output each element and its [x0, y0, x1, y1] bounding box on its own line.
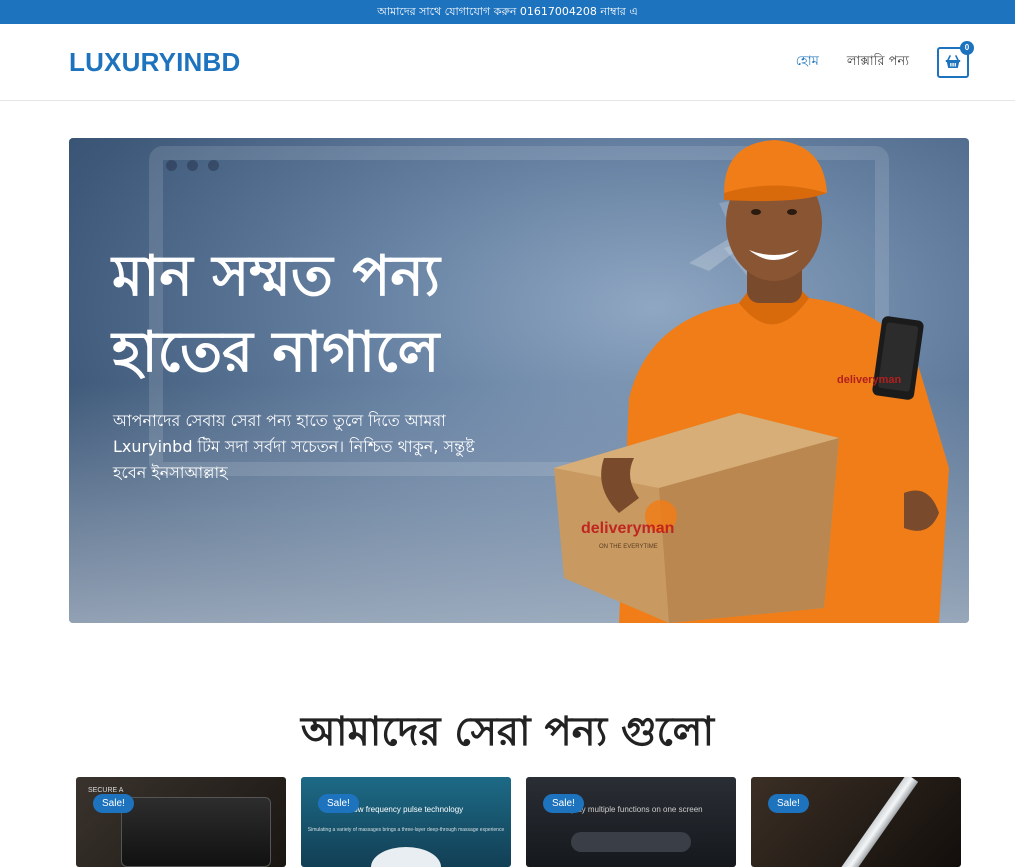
shopping-basket-icon — [945, 55, 961, 68]
product-card[interactable]: Sale! Display multiple functions on one … — [526, 777, 736, 867]
sale-badge: Sale! — [543, 794, 584, 813]
announcement-text: আমাদের সাথে যোগাযোগ করুন 01617004208 নাম… — [377, 4, 638, 18]
product-card[interactable]: SECURE A Sale! — [76, 777, 286, 867]
hero-title: মান সম্মত পন্য হাতের নাগালে — [112, 243, 441, 385]
product-card[interactable]: Sale! Low frequency pulse technology Sim… — [301, 777, 511, 867]
window-dot — [166, 160, 177, 171]
site-header: LUXURYINBD হোম লাক্সারি পন্য 0 — [0, 24, 1015, 101]
svg-text:deliveryman: deliveryman — [837, 374, 901, 386]
sale-badge: Sale! — [93, 794, 134, 813]
site-logo[interactable]: LUXURYINBD — [69, 47, 240, 78]
sale-badge: Sale! — [318, 794, 359, 813]
hero-description: আপনাদের সেবায় সেরা পন্য হাতে তুলে দিতে … — [113, 411, 475, 482]
product-card[interactable]: Sale! — [751, 777, 961, 867]
delivery-man-image: deliveryman deliveryman ON THE EVERYTIME — [554, 140, 949, 623]
nav-item-home[interactable]: হোম — [796, 52, 819, 73]
product-image-text: SECURE A — [88, 787, 124, 794]
tweezer-image — [837, 777, 919, 867]
window-dot — [187, 160, 198, 171]
nav-item-luxury-products[interactable]: লাক্সারি পন্য — [847, 52, 909, 73]
best-products-heading: আমাদের সেরা পন্য গুলো — [300, 708, 715, 755]
product-list: SECURE A Sale! Sale! Low frequency pulse… — [76, 777, 961, 867]
cart-button[interactable]: 0 — [937, 40, 974, 78]
massager-image — [371, 847, 441, 867]
display-panel-image — [571, 832, 691, 852]
hero-banner: মান সম্মত পন্য হাতের নাগালে আপনাদের সেবা… — [69, 138, 969, 623]
sale-badge: Sale! — [768, 794, 809, 813]
top-announcement-bar: আমাদের সাথে যোগাযোগ করুন 01617004208 নাম… — [0, 0, 1015, 24]
svg-text:ON THE EVERYTIME: ON THE EVERYTIME — [599, 544, 658, 550]
main-nav: হোম লাক্সারি পন্য 0 — [796, 40, 974, 78]
svg-text:deliveryman: deliveryman — [581, 520, 674, 537]
wallet-image — [121, 797, 271, 867]
cart-count-badge: 0 — [960, 40, 974, 55]
window-dot — [208, 160, 219, 171]
product-image-subcaption: Simulating a variety of massages brings … — [307, 827, 505, 833]
